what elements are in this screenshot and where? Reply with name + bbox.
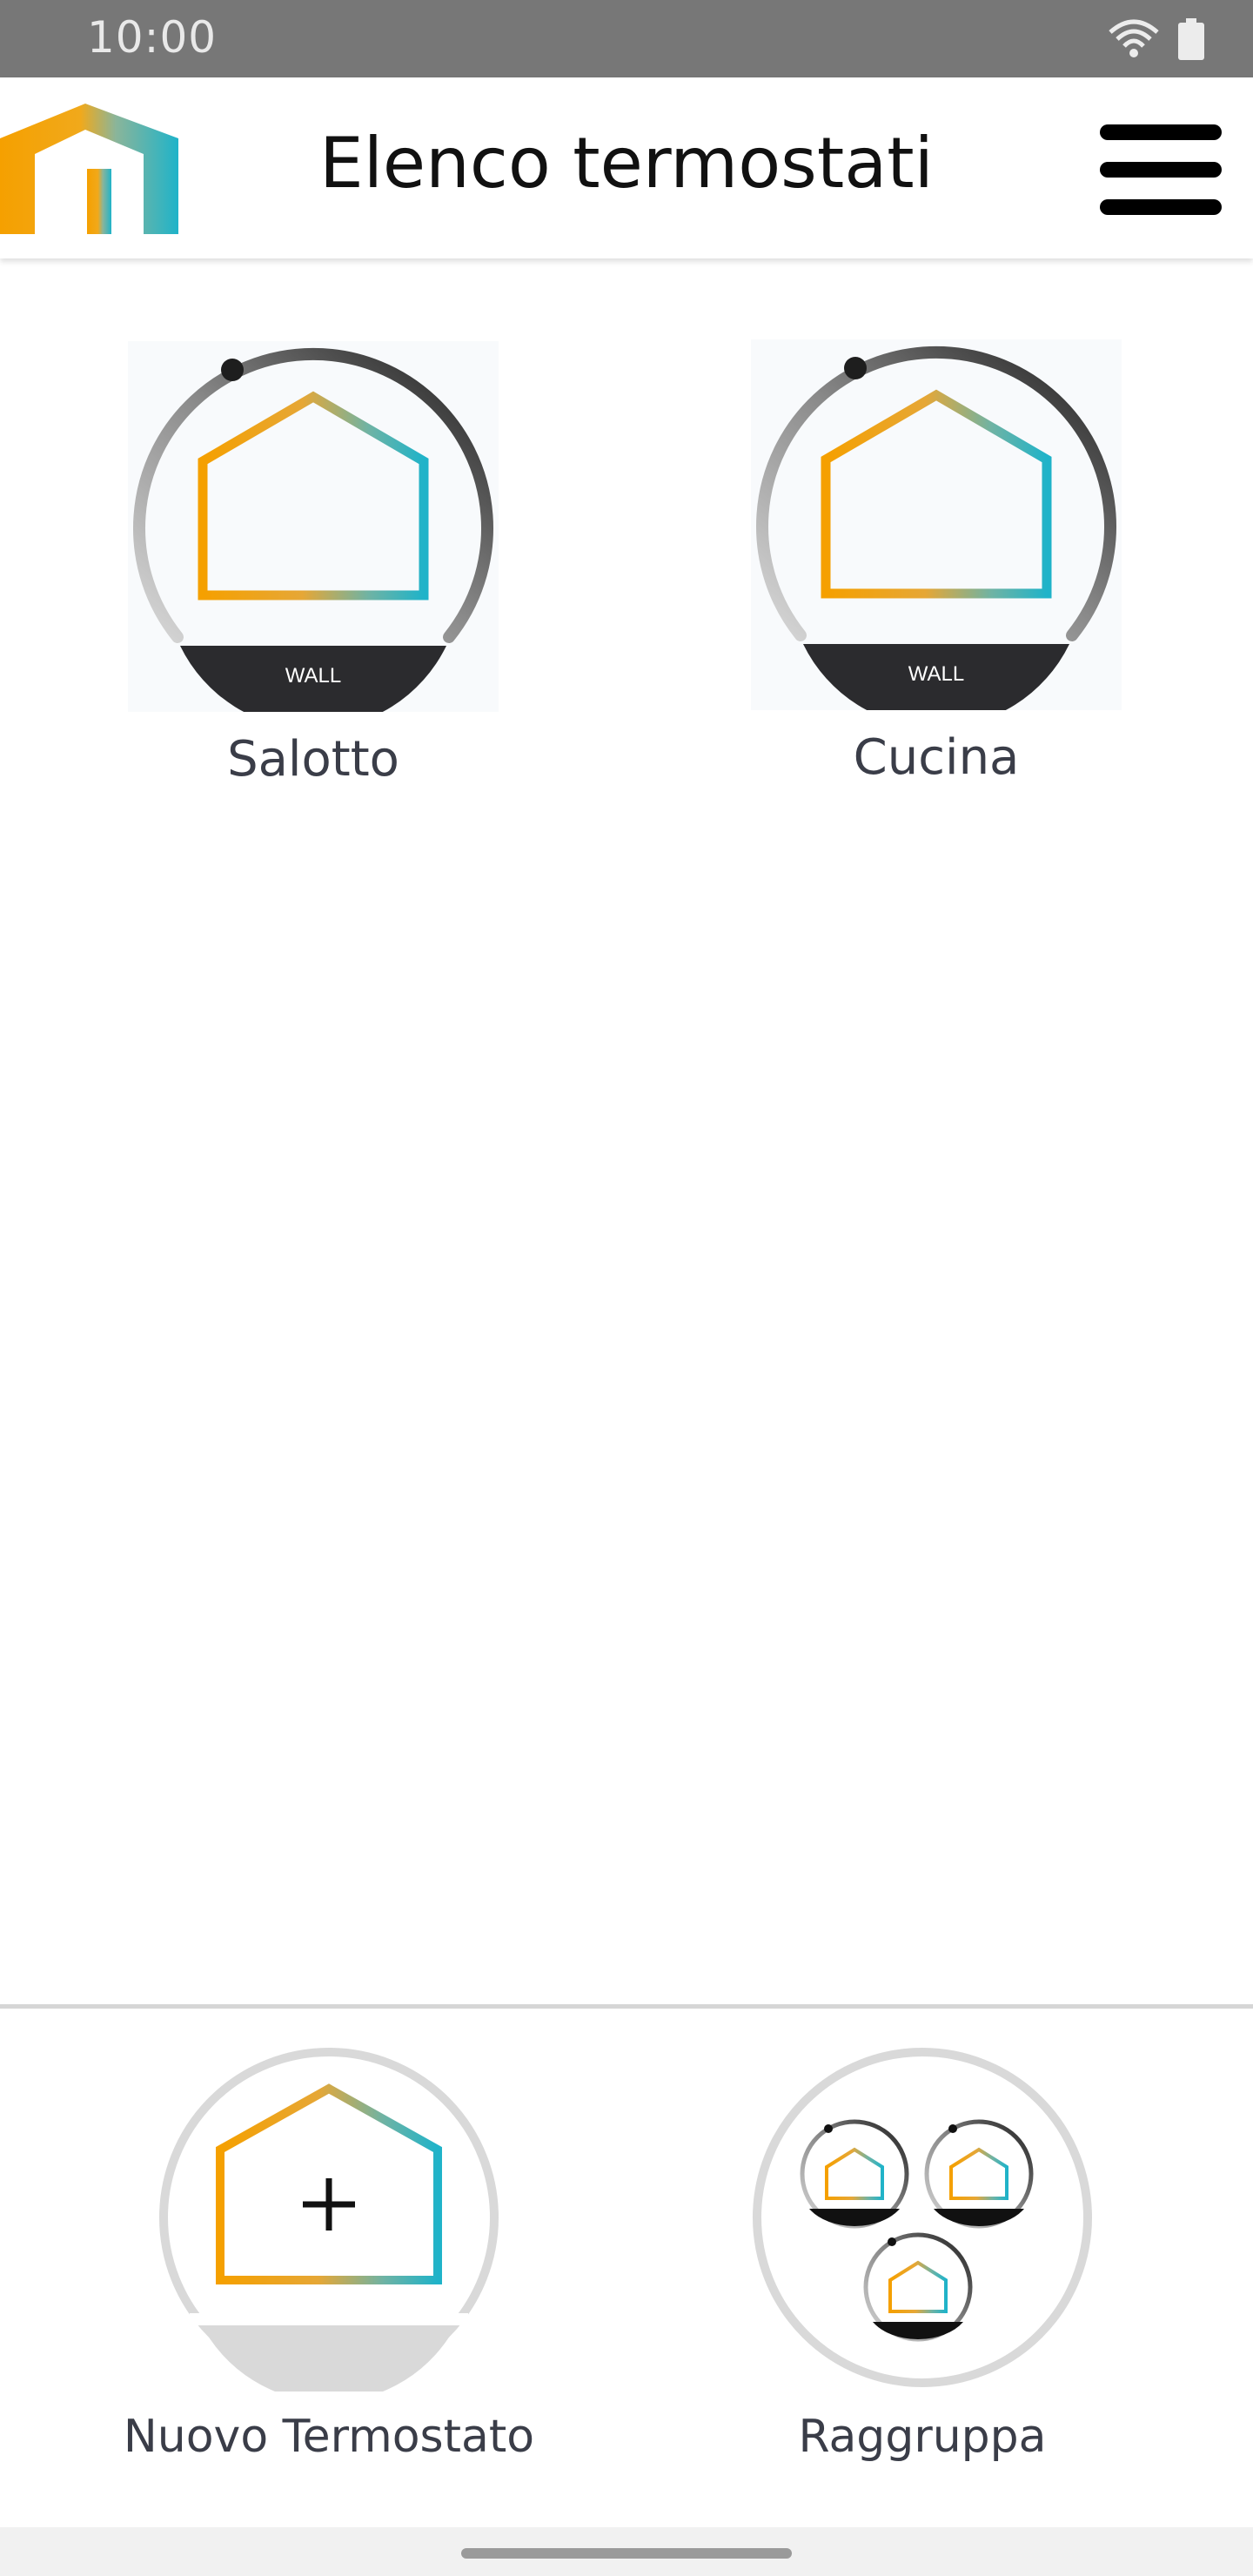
thermostat-dial-icon: WALL [128,341,499,712]
page-title: Elenco termostati [319,123,934,204]
battery-icon [1178,18,1204,60]
status-bar: 10:00 [0,0,1253,77]
thermostat-name: Cucina [853,729,1020,786]
home-gesture-handle[interactable] [461,2548,792,2559]
group-thermostats-icon [753,2048,1092,2387]
system-nav-bar [0,2527,1253,2576]
new-thermostat-label: Nuovo Termostato [123,2411,535,2463]
wifi-icon [1109,19,1159,57]
status-time: 10:00 [87,12,218,63]
thermostat-dial-icon: WALL [751,339,1122,710]
thermostat-name: Salotto [227,731,399,788]
app-header: Elenco termostati [0,77,1253,258]
thermostat-badge: WALL [285,664,341,688]
thermostat-badge: WALL [908,662,964,686]
group-label: Raggruppa [798,2411,1047,2463]
hamburger-menu-icon[interactable] [1100,124,1222,215]
add-thermostat-icon [159,2048,499,2392]
bottom-divider [0,2004,1253,2009]
